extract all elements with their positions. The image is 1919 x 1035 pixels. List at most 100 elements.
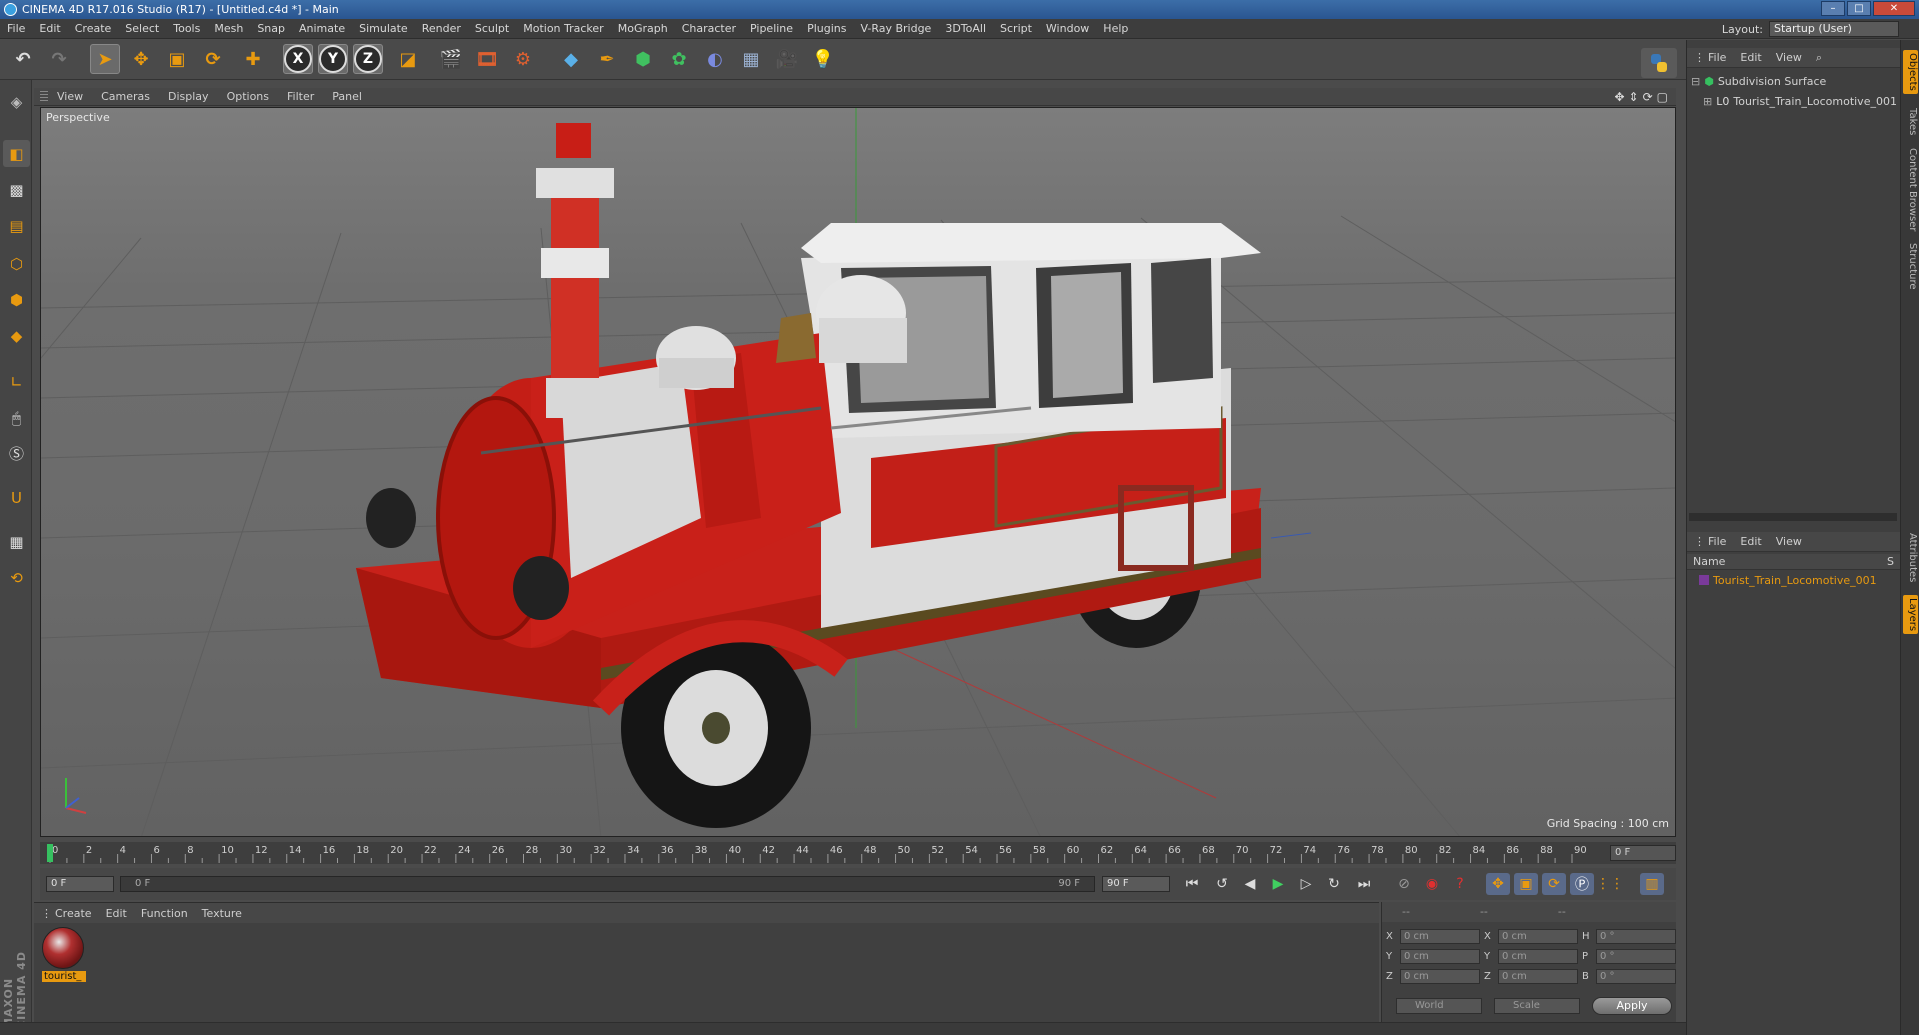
material-menu-texture[interactable]: Texture — [195, 907, 249, 920]
viewport-menu-options[interactable]: Options — [218, 90, 278, 103]
cube-primitive-icon[interactable]: ◆ — [556, 44, 586, 74]
maximize-icon[interactable]: □ — [1847, 1, 1871, 16]
subdivision-surface-icon[interactable]: ⬢ — [628, 44, 658, 74]
planar-workplane-icon[interactable]: ⟲ — [3, 564, 30, 591]
tab-content-browser[interactable]: Content Browser — [1903, 145, 1918, 234]
position-y-field[interactable]: 0 cm — [1400, 948, 1480, 964]
object-menu-edit[interactable]: Edit — [1733, 51, 1768, 64]
coordinate-system-select[interactable]: World — [1396, 998, 1482, 1014]
size-mode-select[interactable]: Scale — [1494, 998, 1580, 1014]
size-z-field[interactable]: 0 cm — [1498, 968, 1578, 984]
menu-vray-bridge[interactable]: V-Ray Bridge — [853, 22, 938, 35]
expand-icon[interactable]: ⊟ — [1691, 75, 1700, 88]
preview-range-slider[interactable]: 0 F 90 F — [120, 876, 1095, 892]
material-menu-edit[interactable]: Edit — [99, 907, 134, 920]
object-manager-scrollbar[interactable] — [1689, 513, 1897, 521]
object-menu-file[interactable]: File — [1701, 51, 1733, 64]
panel-grip-icon[interactable]: ⋮ — [1687, 51, 1705, 64]
size-x-field[interactable]: 0 cm — [1498, 928, 1578, 944]
perspective-viewport[interactable]: Perspective Grid Spacing : 100 cm — [40, 107, 1676, 837]
snap-icon[interactable]: Ⓢ — [3, 440, 30, 467]
minimize-icon[interactable]: – — [1821, 1, 1845, 16]
play-icon[interactable]: ▶ — [1266, 873, 1290, 895]
close-icon[interactable]: ✕ — [1873, 1, 1915, 16]
go-to-end-icon[interactable]: ⏭ — [1352, 873, 1376, 895]
menu-select[interactable]: Select — [118, 22, 166, 35]
expand-icon[interactable]: ⊞ — [1703, 95, 1712, 108]
material-menu-create[interactable]: Create — [48, 907, 99, 920]
tab-structure[interactable]: Structure — [1903, 240, 1918, 293]
menu-snap[interactable]: Snap — [250, 22, 292, 35]
timeline-ruler[interactable]: 0 2 4 6 8 10 12 14 16 18 20 22 24 26 28 30 32 34 36 38 40 42 4… — [40, 842, 1676, 864]
layer-column-name[interactable]: Name — [1693, 555, 1725, 568]
magnet-icon[interactable]: U — [3, 484, 30, 511]
python-icon[interactable] — [1641, 48, 1677, 78]
orbit-icon[interactable]: ⟳ — [1643, 90, 1653, 104]
layer-menu-file[interactable]: File — [1701, 535, 1733, 548]
tweak-mode-icon[interactable]: 🖱 — [3, 404, 30, 431]
workplane-lock-icon[interactable]: ▦ — [3, 528, 30, 555]
menu-pipeline[interactable]: Pipeline — [743, 22, 800, 35]
live-selection-icon[interactable]: ➤ — [90, 44, 120, 74]
panel-grip-icon[interactable]: ⋮ — [1687, 535, 1705, 548]
menu-window[interactable]: Window — [1039, 22, 1096, 35]
rotation-b-field[interactable]: 0 ° — [1596, 968, 1676, 984]
rotation-h-field[interactable]: 0 ° — [1596, 928, 1676, 944]
menu-render[interactable]: Render — [415, 22, 468, 35]
pan-icon[interactable]: ✥ — [1614, 90, 1624, 104]
menu-motion-tracker[interactable]: Motion Tracker — [516, 22, 610, 35]
render-settings-icon[interactable]: ⚙ — [508, 44, 538, 74]
next-frame-icon[interactable]: ▷ — [1294, 873, 1318, 895]
model-mode-icon[interactable]: ◧ — [3, 140, 30, 167]
size-y-field[interactable]: 0 cm — [1498, 948, 1578, 964]
start-frame-field[interactable]: 0 F — [46, 876, 114, 892]
menu-create[interactable]: Create — [68, 22, 119, 35]
apply-button[interactable]: Apply — [1592, 997, 1672, 1015]
redo-icon[interactable]: ↷ — [44, 44, 74, 74]
layer-menu-edit[interactable]: Edit — [1733, 535, 1768, 548]
record-active-objects-icon[interactable]: ◉ — [1420, 873, 1444, 895]
array-generator-icon[interactable]: ✿ — [664, 44, 694, 74]
maximize-view-icon[interactable]: ▢ — [1657, 90, 1668, 104]
menu-file[interactable]: File — [0, 22, 32, 35]
previous-key-icon[interactable]: ↺ — [1210, 873, 1234, 895]
key-pla-icon[interactable]: ⋮⋮ — [1596, 873, 1624, 895]
material-thumbnail[interactable]: tourist_ — [42, 927, 86, 987]
object-row-subdivision-surface[interactable]: ⊟ ⬢ Subdivision Surface — [1691, 73, 1826, 89]
deformer-icon[interactable]: ◐ — [700, 44, 730, 74]
axis-mode-icon[interactable]: ∟ — [3, 368, 30, 395]
viewport-menu-panel[interactable]: Panel — [323, 90, 371, 103]
layer-color-swatch[interactable] — [1699, 575, 1709, 585]
menu-character[interactable]: Character — [675, 22, 743, 35]
points-mode-icon[interactable]: ⬡ — [3, 250, 30, 277]
timeline-window-icon[interactable]: ▥ — [1640, 873, 1664, 895]
workplane-icon[interactable]: ▤ — [3, 212, 30, 239]
panel-grip-icon[interactable]: ⋮ — [34, 907, 52, 920]
key-position-icon[interactable]: ✥ — [1486, 873, 1510, 895]
menu-edit[interactable]: Edit — [32, 22, 67, 35]
position-x-field[interactable]: 0 cm — [1400, 928, 1480, 944]
spline-pen-icon[interactable]: ✒ — [592, 44, 622, 74]
menu-mograph[interactable]: MoGraph — [611, 22, 675, 35]
layer-column-solo[interactable]: S — [1887, 555, 1894, 568]
menu-help[interactable]: Help — [1096, 22, 1135, 35]
rotation-p-field[interactable]: 0 ° — [1596, 948, 1676, 964]
menu-sculpt[interactable]: Sculpt — [468, 22, 516, 35]
render-view-icon[interactable]: 🎬 — [436, 44, 466, 74]
menu-tools[interactable]: Tools — [166, 22, 207, 35]
render-picture-viewer-icon[interactable]: 🎞 — [472, 44, 502, 74]
previous-frame-icon[interactable]: ◀ — [1238, 873, 1262, 895]
tab-objects[interactable]: Objects — [1903, 50, 1918, 94]
light-icon[interactable]: 💡 — [808, 44, 838, 74]
go-to-start-icon[interactable]: ⏮ — [1180, 873, 1204, 895]
layer-row[interactable]: Tourist_Train_Locomotive_001 — [1699, 572, 1877, 588]
panel-grip-icon[interactable] — [40, 90, 48, 103]
rotate-icon[interactable]: ⟳ — [198, 44, 228, 74]
viewport-menu-filter[interactable]: Filter — [278, 90, 323, 103]
coordinate-system-icon[interactable]: ◪ — [393, 44, 423, 74]
texture-mode-icon[interactable]: ▩ — [3, 176, 30, 203]
layer-menu-view[interactable]: View — [1769, 535, 1809, 548]
make-editable-icon[interactable]: ◈ — [3, 88, 30, 115]
timeline-playhead[interactable] — [47, 844, 53, 862]
object-row-locomotive[interactable]: ⊞ L0 Tourist_Train_Locomotive_001 — [1703, 93, 1897, 109]
